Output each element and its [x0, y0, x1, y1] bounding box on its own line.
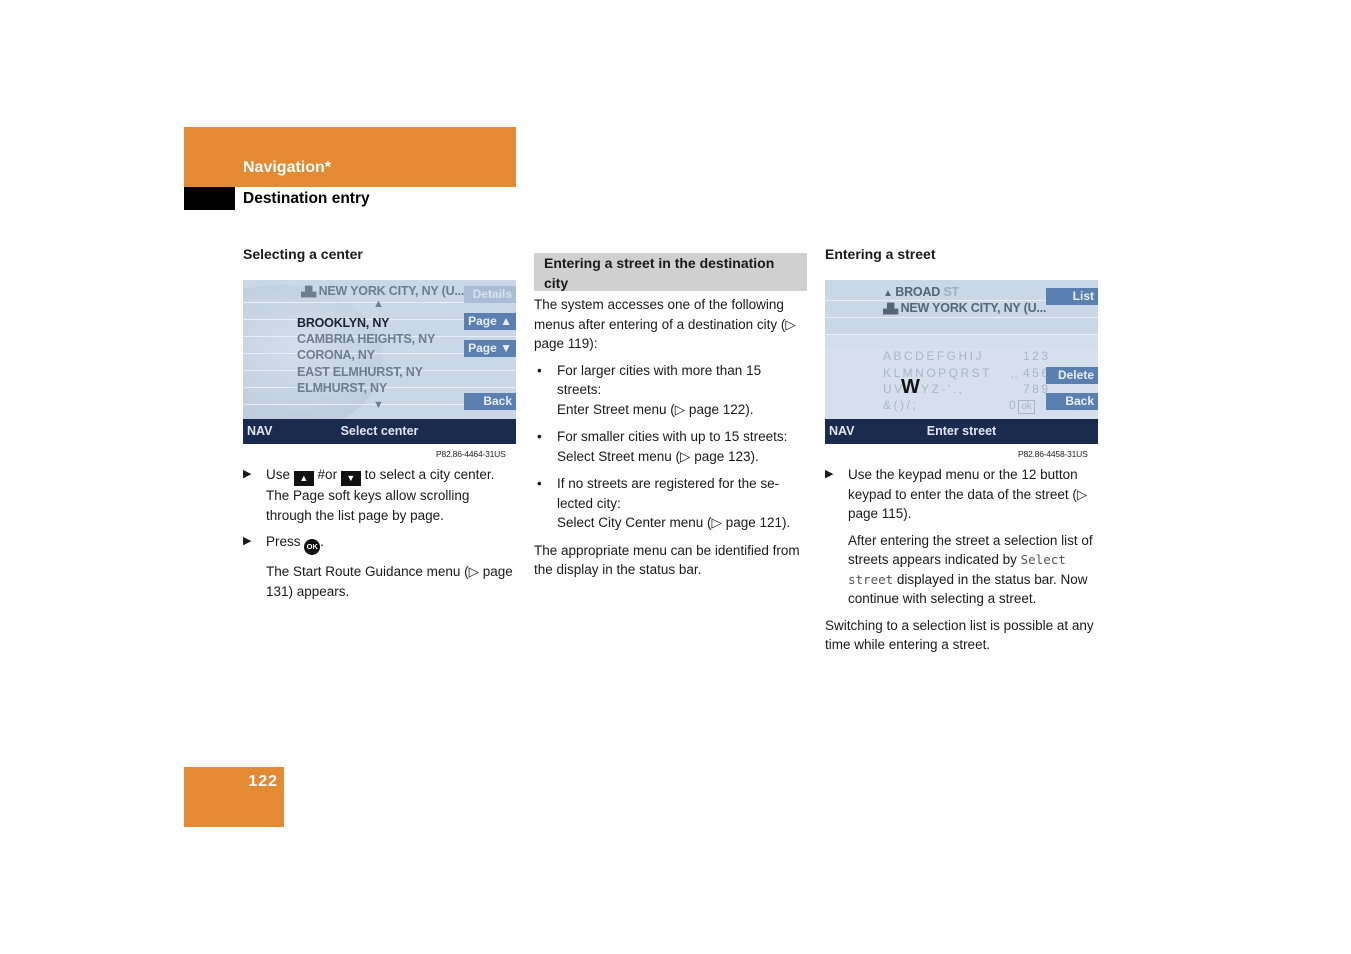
heading-selecting-center: Selecting a center: [243, 246, 363, 262]
list-item[interactable]: CORONA, NY: [297, 348, 375, 362]
city-icon: ▟▙: [301, 287, 319, 298]
column2-body: The system accesses one of the following…: [534, 295, 809, 587]
step-use-keypad: ▶ Use the keypad menu or the 12 button k…: [825, 467, 1088, 521]
list-item[interactable]: EAST ELMHURST, NY: [297, 365, 423, 379]
outro-text: The appropriate menu can be identified f…: [534, 542, 800, 578]
scroll-up-icon[interactable]: ▲: [373, 298, 384, 310]
city-icon: ▟▙: [883, 304, 901, 315]
details-softkey[interactable]: Details: [464, 286, 516, 303]
keypad-row[interactable]: KLMNOPQRST: [883, 366, 992, 380]
column-selecting-center: Selecting a center: [243, 245, 516, 265]
bullet-item: • If no streets are registered for the s…: [537, 476, 791, 530]
number-row-last[interactable]: 0 ok: [1009, 398, 1035, 414]
column3-instructions: ▶ Use the keypad menu or the 12 button k…: [825, 465, 1100, 662]
status-bar: NAV Enter street: [825, 419, 1098, 444]
status-bar: NAV Select center: [243, 419, 516, 444]
page-number-tab: 122: [184, 767, 284, 827]
section-header-bar: [184, 127, 516, 187]
outro-text: Switching to a selection list is possibl…: [825, 617, 1094, 653]
page-number: 122: [248, 773, 278, 790]
figure-caption: P82.86-4458-31US: [1018, 449, 1088, 459]
section-title: Navigation*: [243, 159, 332, 176]
screen-select-center: ▟▙ NEW YORK CITY, NY (U... ▲ BROOKLYN, N…: [243, 280, 516, 444]
down-key-icon: ▼: [340, 471, 361, 486]
page-down-softkey[interactable]: Page ▼: [464, 340, 516, 357]
intro-text: The system accesses one of the following…: [534, 297, 796, 351]
step-result: The Start Route Guidance menu (▷ page 13…: [266, 564, 513, 599]
bullet-item: • For smaller cities with up to 15 stree…: [537, 429, 788, 464]
page-up-softkey[interactable]: Page ▲: [464, 313, 516, 330]
step-arrow-icon: ▶: [243, 535, 252, 547]
street-input-field[interactable]: ▲ BROAD ST: [883, 285, 959, 299]
keypad-row[interactable]: &()/;: [883, 398, 918, 412]
number-row[interactable]: 123: [1023, 349, 1051, 363]
city-header: ▟▙ NEW YORK CITY, NY (U...: [301, 284, 465, 298]
subsection-marker: [184, 187, 235, 210]
bullet-item: • For larger cities with more than 15 st…: [537, 362, 762, 417]
column-entering-street: Entering a street: [825, 245, 1098, 265]
subsection-title: Destination entry: [243, 190, 370, 207]
list-item[interactable]: CAMBRIA HEIGHTS, NY: [297, 332, 435, 346]
heading-entering-street: Entering a street: [825, 246, 936, 262]
back-softkey[interactable]: Back: [464, 393, 516, 410]
heading-entering-street-destination: Entering a street in the destination cit…: [544, 255, 775, 291]
ok-button-icon: OK: [304, 539, 321, 555]
delete-softkey[interactable]: Delete: [1046, 367, 1098, 384]
back-softkey[interactable]: Back: [1046, 393, 1098, 410]
up-key-icon: ▲: [293, 471, 314, 486]
screen-enter-street: ▲ BROAD ST ▟▙ NEW YORK CITY, NY (U... AB…: [825, 280, 1098, 444]
figure-caption: P82.86-4464-31US: [436, 449, 506, 459]
step-use-arrows: ▶ Use ▲ #or ▼ to select a city center. T…: [243, 467, 495, 523]
keypad-cursor: W: [901, 376, 920, 398]
scroll-down-icon[interactable]: ▼: [373, 399, 384, 411]
status-label: Select center: [340, 424, 419, 438]
section-heading-box: Entering a street in the destination cit…: [534, 253, 807, 291]
column1-instructions: ▶ Use ▲ #or ▼ to select a city center. T…: [243, 465, 518, 601]
street-icon: ▲: [883, 288, 896, 299]
list-softkey[interactable]: List: [1046, 288, 1098, 305]
step-note: After entering the street a selection li…: [848, 532, 1093, 607]
ok-key[interactable]: ok: [1018, 400, 1035, 414]
space-key[interactable]: ‥: [1010, 367, 1018, 381]
keypad-row[interactable]: UV XYZ-'.,: [883, 382, 964, 396]
keypad-row[interactable]: ABCDEFGHIJ: [883, 349, 984, 363]
list-item[interactable]: ELMHURST, NY: [297, 381, 387, 395]
step-press-ok: ▶ Press OK.: [243, 532, 518, 555]
step-arrow-icon: ▶: [825, 468, 834, 480]
step-arrow-icon: ▶: [243, 468, 252, 480]
status-label: Enter street: [926, 424, 997, 438]
list-item[interactable]: BROOKLYN, NY: [297, 316, 389, 330]
city-line: ▟▙ NEW YORK CITY, NY (U...: [883, 301, 1047, 315]
